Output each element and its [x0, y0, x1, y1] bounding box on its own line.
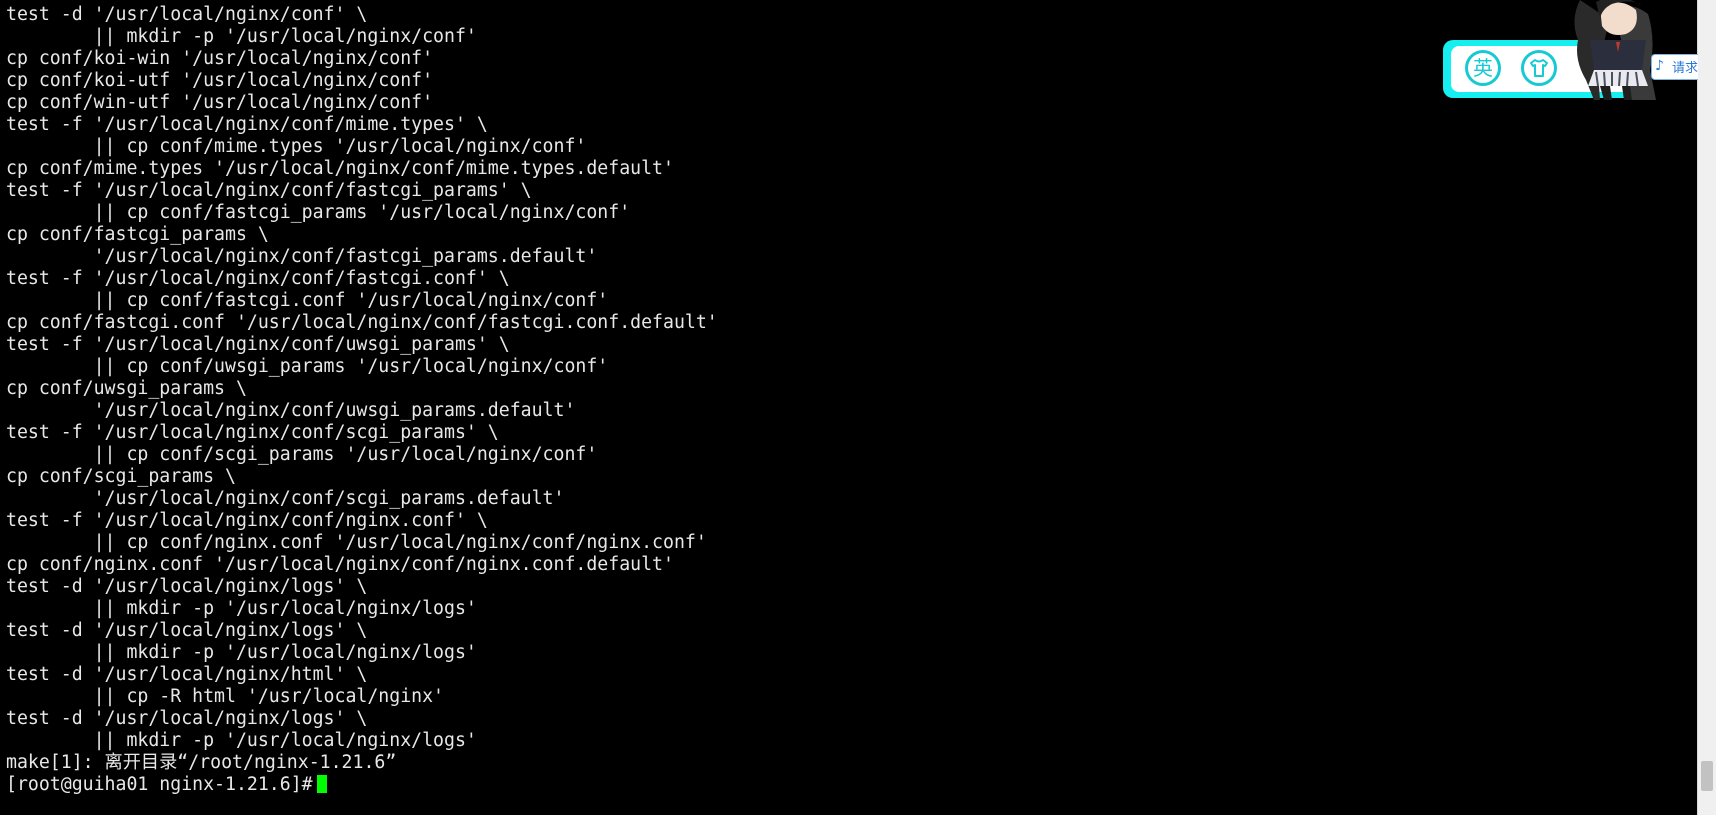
terminal-line: test -f '/usr/local/nginx/conf/uwsgi_par…	[6, 334, 510, 355]
terminal-line: test -f '/usr/local/nginx/conf/scgi_para…	[6, 422, 499, 443]
terminal-line: test -f '/usr/local/nginx/conf/mime.type…	[6, 114, 488, 135]
terminal-line: cp conf/uwsgi_params \	[6, 378, 247, 399]
terminal-line: '/usr/local/nginx/conf/fastcgi_params.de…	[6, 246, 598, 267]
terminal-line: || mkdir -p '/usr/local/nginx/logs'	[6, 598, 477, 619]
terminal-line: test -d '/usr/local/nginx/logs' \	[6, 576, 368, 597]
terminal-line: test -d '/usr/local/nginx/conf' \	[6, 4, 368, 25]
terminal-line: || mkdir -p '/usr/local/nginx/logs'	[6, 642, 477, 663]
terminal-output: test -d '/usr/local/nginx/conf' \ || mkd…	[6, 4, 718, 796]
ime-tab-label: 请求	[1672, 61, 1699, 76]
terminal-line: test -f '/usr/local/nginx/conf/nginx.con…	[6, 510, 488, 531]
terminal-line: || cp conf/scgi_params '/usr/local/nginx…	[6, 444, 598, 465]
ime-language-button[interactable]: 英	[1465, 50, 1501, 86]
terminal-line: cp conf/nginx.conf '/usr/local/nginx/con…	[6, 554, 674, 575]
vertical-scrollbar[interactable]	[1697, 0, 1716, 815]
terminal-line: cp conf/koi-utf '/usr/local/nginx/conf'	[6, 70, 434, 91]
tshirt-icon[interactable]	[1521, 50, 1557, 86]
terminal-line: test -d '/usr/local/nginx/logs' \	[6, 620, 368, 641]
terminal-line: || cp conf/uwsgi_params '/usr/local/ngin…	[6, 356, 609, 377]
terminal-line: cp conf/scgi_params \	[6, 466, 236, 487]
terminal-line: test -f '/usr/local/nginx/conf/fastcgi.c…	[6, 268, 510, 289]
terminal-line: cp conf/koi-win '/usr/local/nginx/conf'	[6, 48, 434, 69]
shell-prompt-line[interactable]: [root@guiha01 nginx-1.21.6]#	[6, 774, 718, 796]
terminal-line: '/usr/local/nginx/conf/uwsgi_params.defa…	[6, 400, 576, 421]
terminal-line: '/usr/local/nginx/conf/scgi_params.defau…	[6, 488, 565, 509]
shell-prompt: [root@guiha01 nginx-1.21.6]#	[6, 774, 313, 795]
terminal-line: || cp conf/fastcgi.conf '/usr/local/ngin…	[6, 290, 609, 311]
terminal-line: cp conf/mime.types '/usr/local/nginx/con…	[6, 158, 674, 179]
terminal-line: cp conf/fastcgi.conf '/usr/local/nginx/c…	[6, 312, 718, 333]
terminal-line: || mkdir -p '/usr/local/nginx/logs'	[6, 730, 477, 751]
terminal-line: make[1]: 离开目录“/root/nginx-1.21.6”	[6, 752, 397, 773]
terminal-line: cp conf/win-utf '/usr/local/nginx/conf'	[6, 92, 434, 113]
terminal-line: || cp -R html '/usr/local/nginx'	[6, 686, 444, 707]
terminal-line: test -f '/usr/local/nginx/conf/fastcgi_p…	[6, 180, 532, 201]
terminal-line: test -d '/usr/local/nginx/logs' \	[6, 708, 368, 729]
terminal-line: || cp conf/mime.types '/usr/local/nginx/…	[6, 136, 587, 157]
ime-mascot-image	[1574, 0, 1656, 100]
terminal-line: test -d '/usr/local/nginx/html' \	[6, 664, 368, 685]
terminal-line: || mkdir -p '/usr/local/nginx/conf'	[6, 26, 477, 47]
ime-side-tab[interactable]: ♪ 请求	[1651, 54, 1698, 80]
terminal-window[interactable]: test -d '/usr/local/nginx/conf' \ || mkd…	[0, 0, 1698, 815]
scrollbar-thumb[interactable]	[1701, 761, 1713, 791]
text-cursor	[316, 775, 327, 793]
terminal-line: || cp conf/fastcgi_params '/usr/local/ng…	[6, 202, 631, 223]
terminal-line: cp conf/fastcgi_params \	[6, 224, 269, 245]
music-note-icon: ♪	[1655, 58, 1664, 74]
terminal-line: || cp conf/nginx.conf '/usr/local/nginx/…	[6, 532, 707, 553]
